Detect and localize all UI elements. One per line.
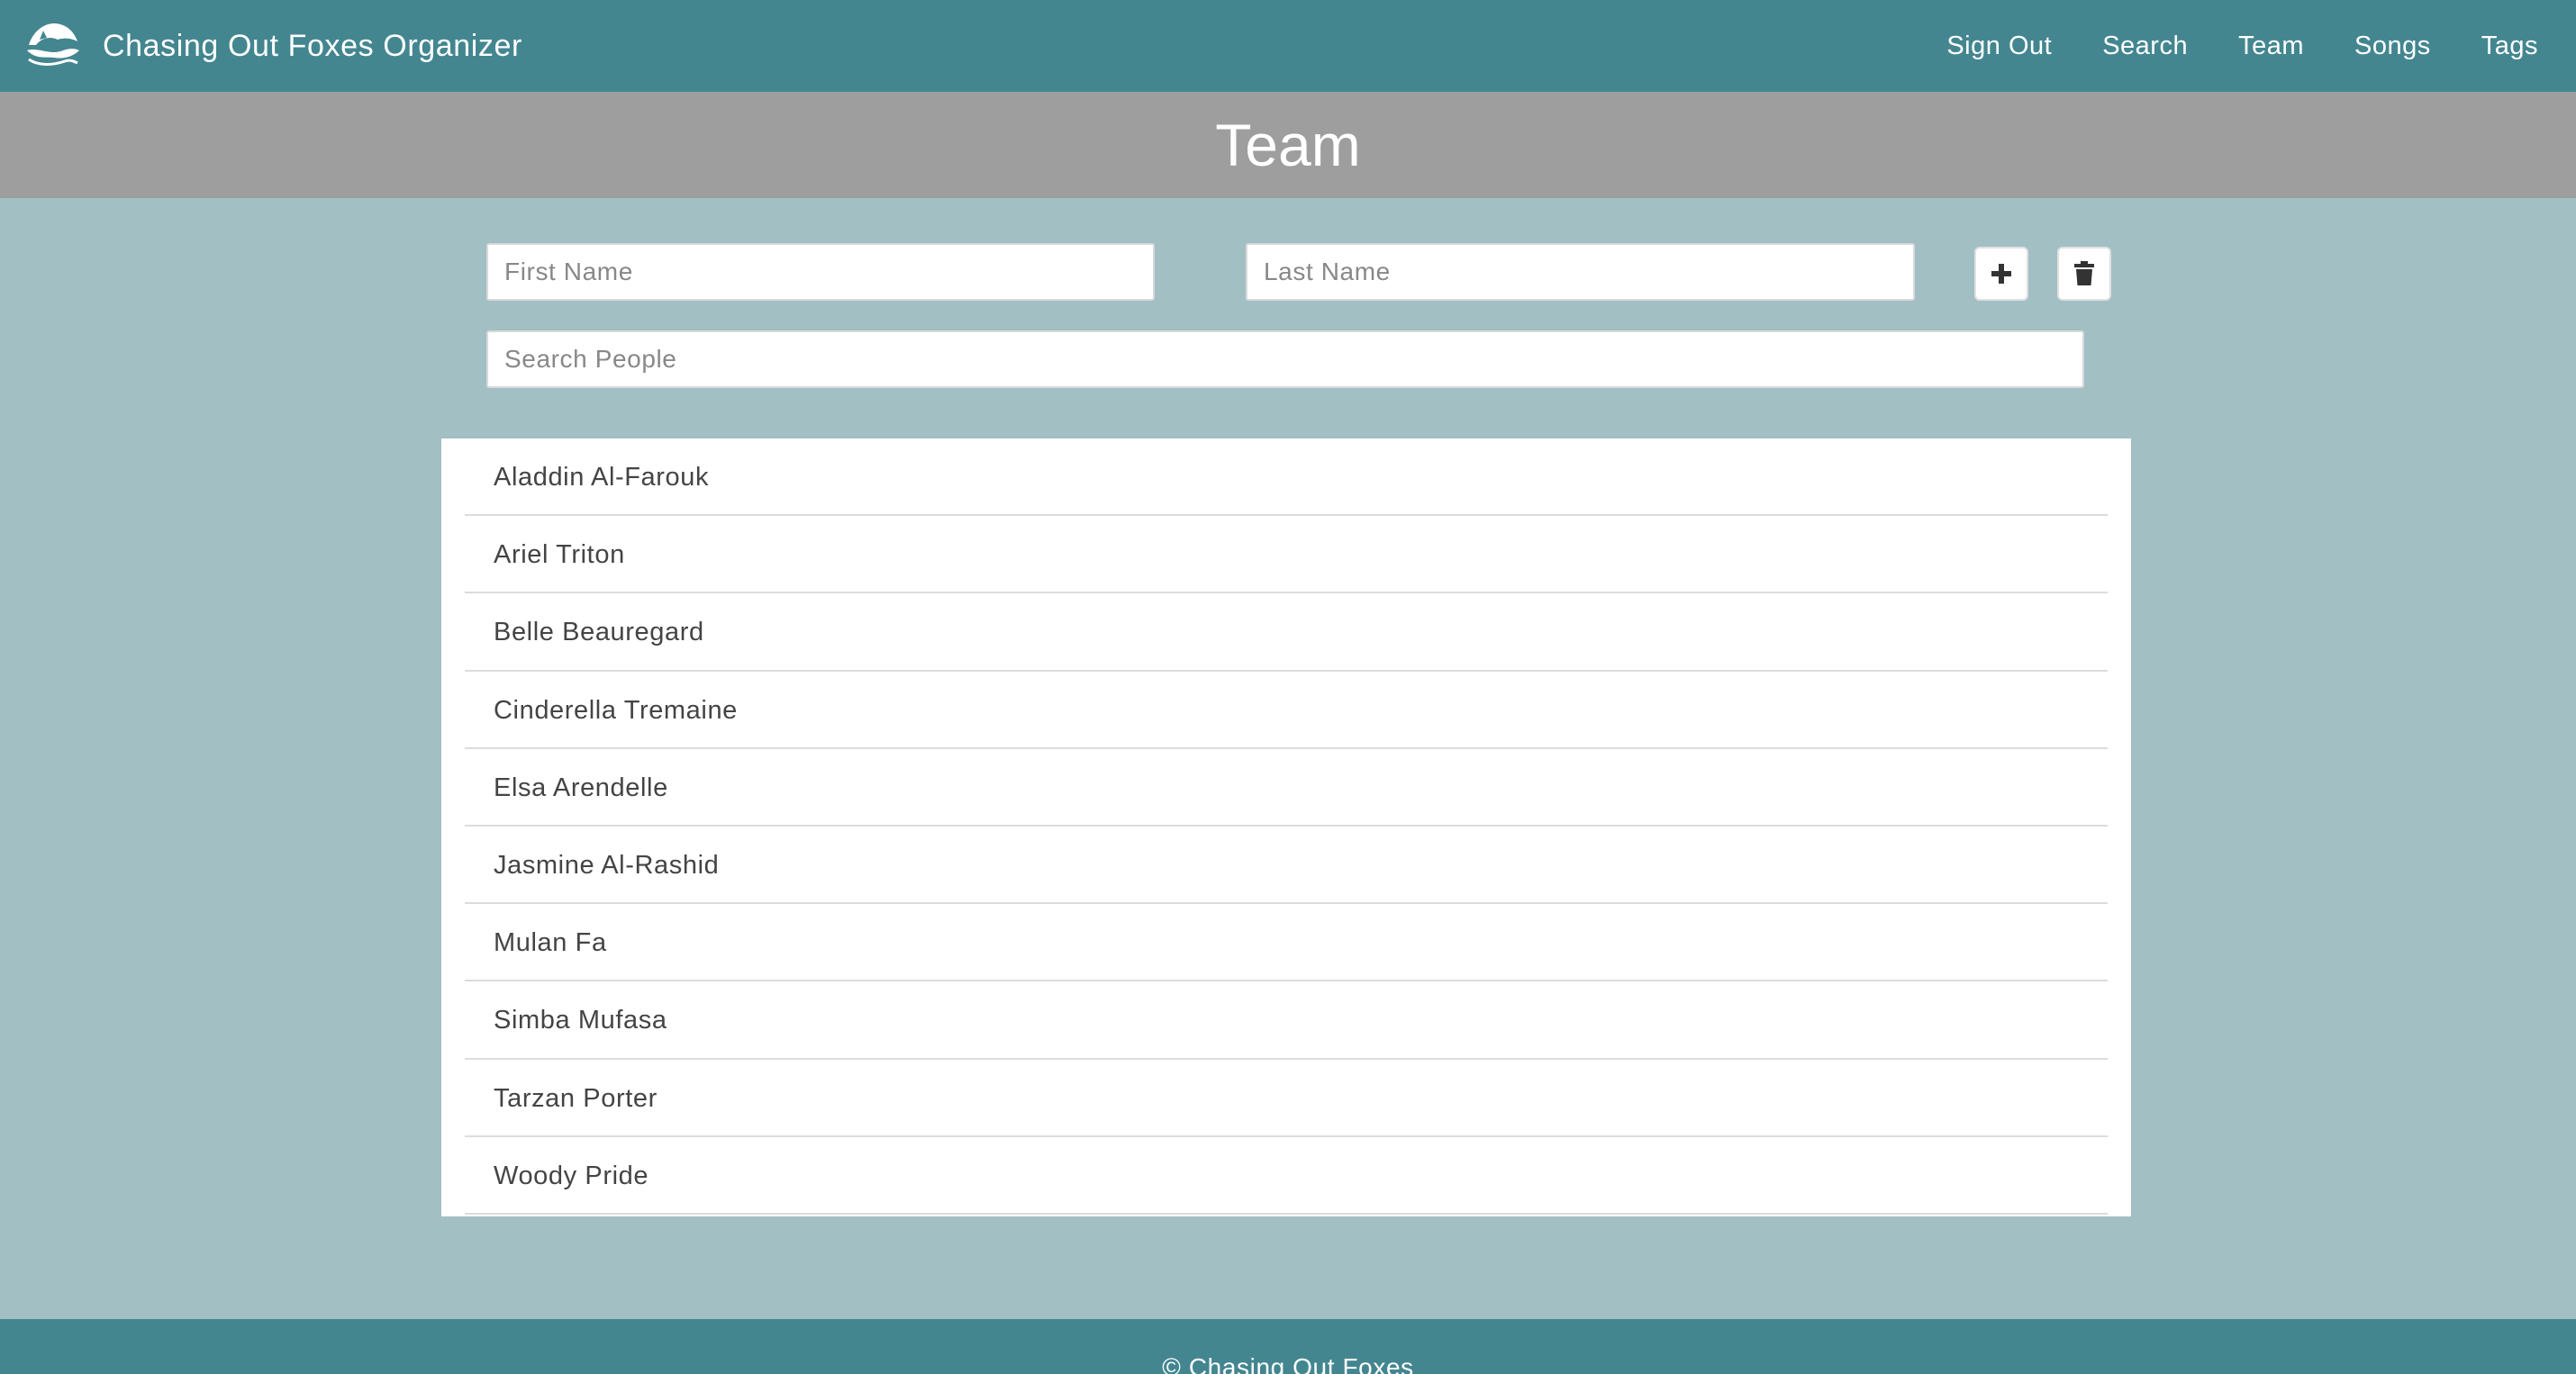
- person-list-item[interactable]: Jasmine Al-Rashid: [465, 827, 2108, 905]
- person-list-item[interactable]: Belle Beauregard: [465, 593, 2108, 672]
- person-list-item[interactable]: Cinderella Tremaine: [465, 672, 2108, 749]
- page-header: Team: [0, 92, 2576, 198]
- fox-boat-logo-icon[interactable]: [23, 18, 81, 72]
- person-list-item[interactable]: Elsa Arendelle: [465, 749, 2108, 827]
- app-title[interactable]: Chasing Out Foxes Organizer: [103, 0, 522, 92]
- add-person-button[interactable]: [1974, 247, 2028, 301]
- nav-team[interactable]: Team: [2238, 32, 2304, 61]
- footer: © Chasing Out Foxes: [0, 1319, 2576, 1374]
- first-name-input[interactable]: [486, 243, 1155, 301]
- nav-songs[interactable]: Songs: [2354, 32, 2431, 61]
- plus-icon: [1991, 264, 2011, 284]
- person-list-item[interactable]: Woody Pride: [465, 1137, 2108, 1215]
- person-list-item[interactable]: Mulan Fa: [465, 904, 2108, 982]
- top-navbar: Chasing Out Foxes Organizer Sign Out Sea…: [0, 0, 2576, 92]
- trash-icon: [2074, 261, 2094, 285]
- last-name-input[interactable]: [1246, 243, 1915, 301]
- people-panel: Aladdin Al-Farouk Ariel Triton Belle Bea…: [441, 438, 2131, 1216]
- nav-links: Sign Out Search Team Songs Tags: [1896, 0, 2538, 92]
- person-list-item[interactable]: Aladdin Al-Farouk: [465, 438, 2108, 517]
- search-people-input[interactable]: [486, 330, 2084, 388]
- person-list-item[interactable]: Ariel Triton: [465, 516, 2108, 594]
- people-list: Aladdin Al-Farouk Ariel Triton Belle Bea…: [465, 438, 2108, 1215]
- person-list-item[interactable]: Simba Mufasa: [465, 981, 2108, 1060]
- delete-person-button[interactable]: [2057, 247, 2111, 301]
- nav-search[interactable]: Search: [2102, 32, 2188, 61]
- nav-tags[interactable]: Tags: [2481, 32, 2538, 61]
- nav-sign-out[interactable]: Sign Out: [1946, 32, 2052, 61]
- footer-copyright: © Chasing Out Foxes: [1162, 1353, 1414, 1374]
- person-list-item[interactable]: Tarzan Porter: [465, 1060, 2108, 1137]
- page-title: Team: [1215, 112, 1361, 178]
